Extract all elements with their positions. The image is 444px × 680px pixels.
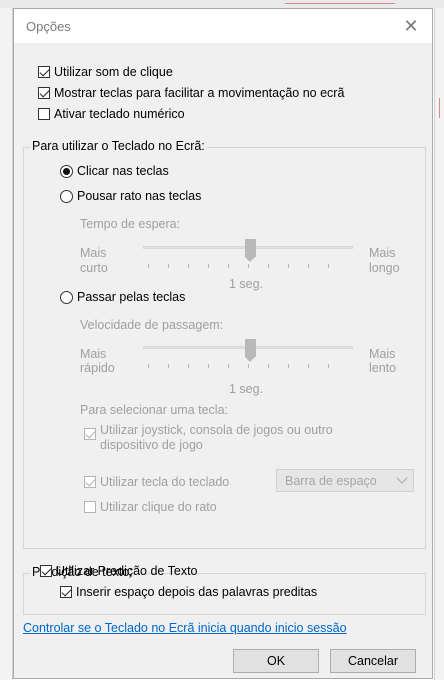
hover-time-max-1: Mais (369, 246, 396, 260)
keyboard-key-checkbox[interactable] (84, 476, 96, 488)
background-window-strip (0, 0, 444, 8)
hover-time-min-2: curto (80, 261, 108, 275)
scan-keys-label: Passar pelas teclas (77, 290, 186, 304)
use-prediction-label: Utilizar Predição de Texto (56, 564, 198, 578)
scan-speed-max-2: lento (369, 361, 397, 375)
joystick-label-1: Utilizar joystick, consola de jogos ou o… (100, 423, 333, 437)
use-prediction-checkbox[interactable] (40, 565, 52, 577)
slider-thumb[interactable] (245, 339, 256, 362)
hover-time-label: Tempo de espera: (80, 217, 181, 231)
insert-space-checkbox[interactable] (60, 586, 72, 598)
show-keys-label: Mostrar teclas para facilitar a moviment… (54, 86, 345, 100)
hover-time-value: 1 seg. (229, 277, 264, 291)
hover-keys-label: Pousar rato nas teclas (77, 189, 202, 203)
scan-keys-radio[interactable] (60, 290, 73, 304)
startup-link[interactable]: Controlar se o Teclado no Ecrã inicia qu… (23, 621, 347, 635)
click-keys-label: Clicar nas teclas (77, 164, 169, 178)
key-select[interactable]: Barra de espaço (276, 469, 414, 492)
scan-speed-max-1: Mais (369, 347, 396, 361)
mouse-click-option[interactable]: Utilizar clique do rato (84, 500, 217, 514)
scan-speed-value: 1 seg. (229, 382, 264, 396)
key-select-value: Barra de espaço (285, 474, 377, 488)
hover-time-slider[interactable] (143, 239, 353, 269)
mouse-click-label: Utilizar clique do rato (100, 500, 217, 514)
cancel-button[interactable]: Cancelar (330, 649, 416, 673)
hover-time-min-1: Mais (80, 246, 107, 260)
joystick-label-2: dispositivo de jogo (100, 438, 203, 452)
scan-speed-min-1: Mais (80, 347, 107, 361)
background-window-right (434, 8, 444, 680)
ok-button[interactable]: OK (233, 649, 319, 673)
hover-keys-option[interactable]: Pousar rato nas teclas (60, 189, 201, 203)
slider-ticks (148, 364, 348, 368)
select-key-label: Para selecionar uma tecla: (80, 403, 228, 417)
numpad-label: Ativar teclado numérico (54, 107, 185, 121)
scan-speed-slider[interactable] (143, 339, 353, 369)
keyboard-key-label: Utilizar tecla do teclado (100, 475, 230, 489)
joystick-option[interactable]: Utilizar joystick, consola de jogos ou o… (84, 423, 333, 453)
insert-space-option[interactable]: Inserir espaço depois das palavras predi… (60, 585, 317, 599)
numpad-option[interactable]: Ativar teclado numérico (38, 107, 185, 121)
click-keys-option[interactable]: Clicar nas teclas (60, 164, 169, 178)
use-prediction-row[interactable]: Utilizar Predição de Texto (38, 564, 198, 578)
numpad-checkbox[interactable] (38, 108, 50, 120)
scan-speed-min-2: rápido (80, 361, 115, 375)
click-sound-option[interactable]: Utilizar som de clique (38, 65, 173, 79)
joystick-checkbox[interactable] (84, 428, 96, 440)
chevron-down-icon (396, 472, 408, 484)
scan-keys-option[interactable]: Passar pelas teclas (60, 290, 185, 304)
mouse-click-checkbox[interactable] (84, 501, 96, 513)
click-sound-label: Utilizar som de clique (54, 65, 173, 79)
dialog-title: Opções (26, 19, 71, 34)
options-dialog: Opções ✕ Utilizar som de clique Mostrar … (13, 8, 433, 679)
keyboard-key-option[interactable]: Utilizar tecla do teclado (84, 475, 229, 489)
insert-space-label: Inserir espaço depois das palavras predi… (76, 585, 318, 599)
slider-thumb[interactable] (245, 239, 256, 262)
show-keys-checkbox[interactable] (38, 87, 50, 99)
close-icon[interactable]: ✕ (396, 11, 426, 41)
slider-ticks (148, 264, 348, 268)
hover-keys-radio[interactable] (60, 189, 73, 203)
show-keys-option[interactable]: Mostrar teclas para facilitar a moviment… (38, 86, 344, 100)
title-bar: Opções ✕ (14, 9, 432, 43)
scan-speed-label: Velocidade de passagem: (80, 318, 224, 332)
background-window-left (0, 8, 13, 680)
click-sound-checkbox[interactable] (38, 66, 50, 78)
click-keys-radio[interactable] (60, 164, 73, 178)
hover-time-max-2: longo (369, 261, 400, 275)
usage-group-label: Para utilizar o Teclado no Ecrã: (30, 139, 207, 153)
